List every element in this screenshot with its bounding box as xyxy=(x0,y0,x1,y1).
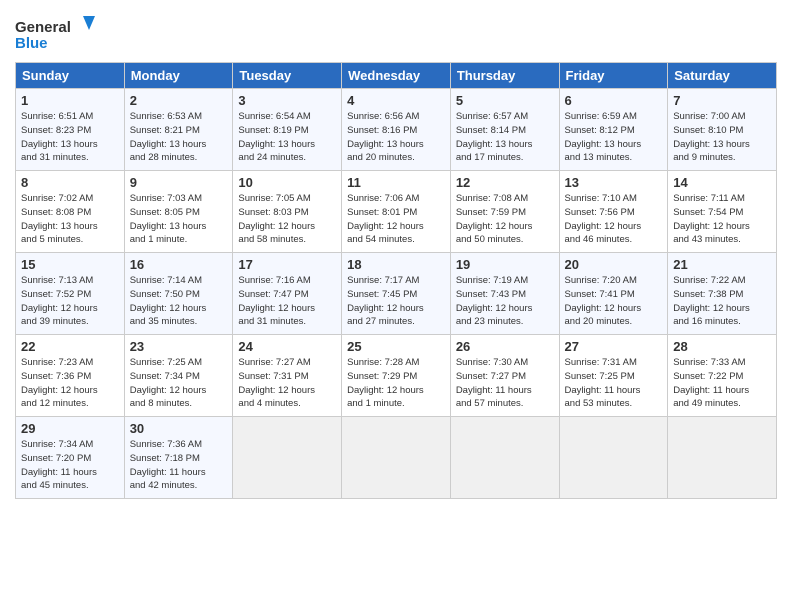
calendar-day-28: 28Sunrise: 7:33 AMSunset: 7:22 PMDayligh… xyxy=(668,335,777,417)
calendar-empty xyxy=(668,417,777,499)
calendar-day-10: 10Sunrise: 7:05 AMSunset: 8:03 PMDayligh… xyxy=(233,171,342,253)
calendar-day-14: 14Sunrise: 7:11 AMSunset: 7:54 PMDayligh… xyxy=(668,171,777,253)
calendar-week-1: 1Sunrise: 6:51 AMSunset: 8:23 PMDaylight… xyxy=(16,89,777,171)
calendar-header-row: SundayMondayTuesdayWednesdayThursdayFrid… xyxy=(16,63,777,89)
logo-svg: General Blue xyxy=(15,16,95,58)
header-day-monday: Monday xyxy=(124,63,233,89)
header-day-sunday: Sunday xyxy=(16,63,125,89)
calendar-day-7: 7Sunrise: 7:00 AMSunset: 8:10 PMDaylight… xyxy=(668,89,777,171)
calendar-day-27: 27Sunrise: 7:31 AMSunset: 7:25 PMDayligh… xyxy=(559,335,668,417)
calendar-day-17: 17Sunrise: 7:16 AMSunset: 7:47 PMDayligh… xyxy=(233,253,342,335)
header-day-saturday: Saturday xyxy=(668,63,777,89)
calendar-day-20: 20Sunrise: 7:20 AMSunset: 7:41 PMDayligh… xyxy=(559,253,668,335)
calendar-week-4: 22Sunrise: 7:23 AMSunset: 7:36 PMDayligh… xyxy=(16,335,777,417)
calendar-day-26: 26Sunrise: 7:30 AMSunset: 7:27 PMDayligh… xyxy=(450,335,559,417)
header-day-thursday: Thursday xyxy=(450,63,559,89)
calendar-day-3: 3Sunrise: 6:54 AMSunset: 8:19 PMDaylight… xyxy=(233,89,342,171)
calendar-day-18: 18Sunrise: 7:17 AMSunset: 7:45 PMDayligh… xyxy=(342,253,451,335)
calendar-day-29: 29Sunrise: 7:34 AMSunset: 7:20 PMDayligh… xyxy=(16,417,125,499)
header-day-friday: Friday xyxy=(559,63,668,89)
calendar-empty xyxy=(559,417,668,499)
calendar-day-1: 1Sunrise: 6:51 AMSunset: 8:23 PMDaylight… xyxy=(16,89,125,171)
calendar-day-23: 23Sunrise: 7:25 AMSunset: 7:34 PMDayligh… xyxy=(124,335,233,417)
calendar-day-30: 30Sunrise: 7:36 AMSunset: 7:18 PMDayligh… xyxy=(124,417,233,499)
svg-text:Blue: Blue xyxy=(15,35,48,52)
calendar-day-24: 24Sunrise: 7:27 AMSunset: 7:31 PMDayligh… xyxy=(233,335,342,417)
calendar-day-15: 15Sunrise: 7:13 AMSunset: 7:52 PMDayligh… xyxy=(16,253,125,335)
svg-text:General: General xyxy=(15,19,71,36)
calendar-day-6: 6Sunrise: 6:59 AMSunset: 8:12 PMDaylight… xyxy=(559,89,668,171)
header-day-wednesday: Wednesday xyxy=(342,63,451,89)
calendar-table: SundayMondayTuesdayWednesdayThursdayFrid… xyxy=(15,62,777,499)
calendar-week-2: 8Sunrise: 7:02 AMSunset: 8:08 PMDaylight… xyxy=(16,171,777,253)
logo: General Blue xyxy=(15,16,95,58)
header-day-tuesday: Tuesday xyxy=(233,63,342,89)
calendar-week-3: 15Sunrise: 7:13 AMSunset: 7:52 PMDayligh… xyxy=(16,253,777,335)
page-container: General Blue SundayMondayTuesdayWednesda… xyxy=(0,0,792,509)
calendar-empty xyxy=(342,417,451,499)
calendar-day-8: 8Sunrise: 7:02 AMSunset: 8:08 PMDaylight… xyxy=(16,171,125,253)
calendar-day-5: 5Sunrise: 6:57 AMSunset: 8:14 PMDaylight… xyxy=(450,89,559,171)
calendar-day-25: 25Sunrise: 7:28 AMSunset: 7:29 PMDayligh… xyxy=(342,335,451,417)
calendar-day-11: 11Sunrise: 7:06 AMSunset: 8:01 PMDayligh… xyxy=(342,171,451,253)
calendar-day-16: 16Sunrise: 7:14 AMSunset: 7:50 PMDayligh… xyxy=(124,253,233,335)
calendar-empty xyxy=(450,417,559,499)
calendar-body: 1Sunrise: 6:51 AMSunset: 8:23 PMDaylight… xyxy=(16,89,777,499)
calendar-week-5: 29Sunrise: 7:34 AMSunset: 7:20 PMDayligh… xyxy=(16,417,777,499)
calendar-day-13: 13Sunrise: 7:10 AMSunset: 7:56 PMDayligh… xyxy=(559,171,668,253)
calendar-day-22: 22Sunrise: 7:23 AMSunset: 7:36 PMDayligh… xyxy=(16,335,125,417)
calendar-day-21: 21Sunrise: 7:22 AMSunset: 7:38 PMDayligh… xyxy=(668,253,777,335)
header: General Blue xyxy=(15,10,777,58)
calendar-day-2: 2Sunrise: 6:53 AMSunset: 8:21 PMDaylight… xyxy=(124,89,233,171)
calendar-day-4: 4Sunrise: 6:56 AMSunset: 8:16 PMDaylight… xyxy=(342,89,451,171)
calendar-day-9: 9Sunrise: 7:03 AMSunset: 8:05 PMDaylight… xyxy=(124,171,233,253)
calendar-empty xyxy=(233,417,342,499)
calendar-day-19: 19Sunrise: 7:19 AMSunset: 7:43 PMDayligh… xyxy=(450,253,559,335)
calendar-day-12: 12Sunrise: 7:08 AMSunset: 7:59 PMDayligh… xyxy=(450,171,559,253)
